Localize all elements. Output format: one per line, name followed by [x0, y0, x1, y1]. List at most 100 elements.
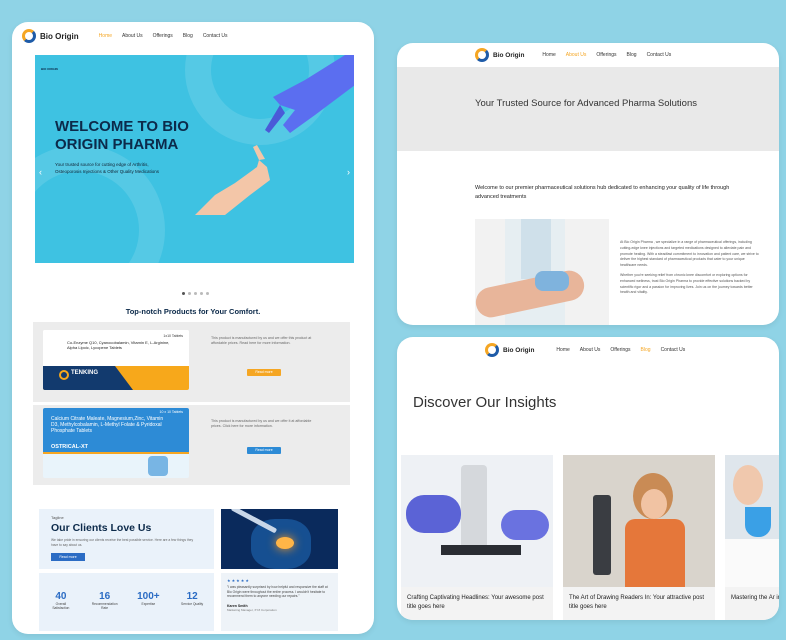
nav-item-contact[interactable]: Contact Us: [203, 33, 228, 39]
clients-text: We take pride in ensuring our clients re…: [51, 538, 194, 547]
hands-illustration: [195, 55, 354, 215]
logo-icon: [485, 343, 499, 357]
blog-post-title[interactable]: The Art of Drawing Readers In: Your attr…: [563, 587, 715, 611]
nav-item-contact[interactable]: Contact Us: [647, 52, 672, 58]
product-ingredients: Calcium Citrate Maleate, Magnesium,Zinc,…: [51, 416, 164, 434]
brand-name: Bio Origin: [40, 31, 79, 41]
stat-item: 16 Recommendation Rate: [92, 591, 118, 631]
logo-icon: [22, 29, 36, 43]
brand-name: Bio Origin: [503, 346, 535, 354]
logo[interactable]: Bio Origin: [485, 343, 534, 357]
hero-band: Your Trusted Source for Advanced Pharma …: [397, 67, 779, 151]
doctor-image: [475, 219, 609, 325]
slider-dot[interactable]: [194, 292, 197, 295]
page-title: Your Trusted Source for Advanced Pharma …: [475, 98, 697, 109]
girl-microscope-image: [563, 455, 715, 587]
logo-icon: [475, 48, 489, 62]
product-tag: 10 x 10 Tablets: [159, 410, 183, 414]
section-heading: Discover Our Insights: [413, 394, 557, 411]
stat-label: Service Quality: [181, 602, 204, 606]
microscope-image: [401, 455, 553, 587]
chevron-left-icon[interactable]: ‹: [39, 167, 42, 177]
blog-page-card: Bio Origin Home About Us Offerings Blog …: [397, 337, 779, 620]
nav-item-blog[interactable]: Blog: [627, 52, 637, 58]
hero-subtitle: Your trusted source for cutting edge of …: [55, 162, 160, 174]
stat-value: 40: [55, 591, 67, 602]
stat-value: 16: [99, 591, 111, 602]
nav-item-offerings[interactable]: Offerings: [596, 52, 616, 58]
blog-post-card[interactable]: Crafting Captivating Headlines: Your awe…: [401, 455, 553, 620]
slider-dot[interactable]: [206, 292, 209, 295]
product-tag: 1x10 Tablets: [163, 334, 183, 338]
stat-label: Expertise: [141, 602, 156, 606]
slider-dot[interactable]: [200, 292, 203, 295]
about-paragraph: Whether you're seeking relief from chron…: [620, 272, 753, 295]
logo[interactable]: Bio Origin: [22, 29, 79, 43]
read-more-button[interactable]: Read more: [247, 369, 281, 376]
knee-image: [221, 509, 338, 569]
slider-dot[interactable]: [182, 292, 185, 295]
nav-item-about[interactable]: About Us: [122, 33, 143, 39]
nav-item-home[interactable]: Home: [556, 347, 569, 353]
stat-value: 100+: [137, 591, 160, 602]
about-text: At Bio Origin Pharma , we specialize in …: [620, 240, 760, 296]
blog-post-title[interactable]: Mastering the Ar intriguing post: [725, 587, 779, 603]
welcome-text: Welcome to our premier pharmaceutical so…: [475, 185, 730, 200]
slider-dot[interactable]: [188, 292, 191, 295]
nav-menu: Home About Us Offerings Blog Contact Us: [556, 347, 685, 353]
stat-label: Recommendation Rate: [91, 602, 118, 610]
brand-name: Bio Origin: [493, 51, 525, 59]
nav-item-contact[interactable]: Contact Us: [661, 347, 686, 353]
testimonial-quote: "I was pleasantly surprised by how helpf…: [227, 585, 328, 599]
home-page-card: Bio Origin Home About Us Offerings Blog …: [12, 22, 374, 634]
nav-menu: Home About Us Offerings Blog Contact Us: [542, 52, 671, 58]
stat-value: 12: [186, 591, 198, 602]
clients-section: Tagline Our Clients Love Us We take prid…: [39, 509, 214, 569]
product-card: 10 x 10 Tablets Calcium Citrate Maleate,…: [33, 405, 350, 485]
navbar: Bio Origin Home About Us Offerings Blog …: [12, 22, 374, 50]
clients-heading: Our Clients Love Us: [51, 522, 152, 534]
hero-logo: BIO ORIGIN: [41, 67, 58, 71]
product-card: 1x10 Tablets Co-Enzyme Q10, Cyanocobalam…: [33, 322, 350, 402]
read-more-button[interactable]: Read more: [51, 553, 85, 561]
product-description: This product is manufactured by us and w…: [211, 419, 312, 428]
testimonial-card: ★★★★★ "I was pleasantly surprised by how…: [221, 573, 338, 631]
nav-menu: Home About Us Offerings Blog Contact Us: [99, 33, 228, 39]
chevron-right-icon[interactable]: ›: [347, 167, 350, 177]
joint-graphic: [148, 456, 168, 476]
nav-item-home[interactable]: Home: [99, 33, 112, 39]
products-title: Top-notch Products for Your Comfort.: [125, 307, 261, 316]
about-paragraph: At Bio Origin Pharma , we specialize in …: [620, 240, 759, 268]
stats-section: 40 Overall Satisfaction 16 Recommendation …: [39, 573, 214, 631]
blog-post-title[interactable]: Crafting Captivating Headlines: Your awe…: [401, 587, 553, 611]
nav-item-about[interactable]: About Us: [580, 347, 601, 353]
product-description: This product is manufactured by us and w…: [211, 336, 312, 345]
read-more-button[interactable]: Read more: [247, 447, 281, 454]
navbar: Bio Origin Home About Us Offerings Blog …: [397, 43, 779, 67]
star-rating-icon: ★★★★★: [227, 578, 250, 583]
hero-slider: BIO ORIGIN WELCOME TO BIO ORIGIN PHARMA …: [35, 55, 354, 263]
blog-post-card[interactable]: Mastering the Ar intriguing post: [725, 455, 779, 620]
stat-label: Overall Satisfaction: [52, 602, 70, 610]
nav-item-about[interactable]: About Us: [566, 52, 587, 58]
about-page-card: Bio Origin Home About Us Offerings Blog …: [397, 43, 779, 325]
nav-item-home[interactable]: Home: [542, 52, 555, 58]
testimonial-role: Marketing Manager, XYZ Corporation: [227, 607, 277, 612]
nav-item-offerings[interactable]: Offerings: [610, 347, 630, 353]
stat-item: 100+ Expertise: [135, 591, 161, 631]
blog-post-card[interactable]: The Art of Drawing Readers In: Your attr…: [563, 455, 715, 620]
product-image: 1x10 Tablets Co-Enzyme Q10, Cyanocobalam…: [43, 330, 189, 390]
product-name: OSTRICAL-XT: [51, 444, 88, 450]
lab-flask-image: [725, 455, 779, 587]
nav-item-offerings[interactable]: Offerings: [153, 33, 173, 39]
product-name: TENKING: [71, 370, 98, 376]
slider-dots: [182, 292, 209, 295]
stat-item: 12 Service Quality: [179, 591, 205, 631]
product-ingredients: Co-Enzyme Q10, Cyanocobalamin, Vitamin E…: [67, 340, 170, 350]
clients-kicker: Tagline: [51, 515, 64, 520]
logo[interactable]: Bio Origin: [475, 48, 524, 62]
nav-item-blog[interactable]: Blog: [641, 347, 651, 353]
navbar: Bio Origin Home About Us Offerings Blog …: [397, 337, 779, 363]
nav-item-blog[interactable]: Blog: [183, 33, 193, 39]
product-image: 10 x 10 Tablets Calcium Citrate Maleate,…: [43, 408, 189, 478]
